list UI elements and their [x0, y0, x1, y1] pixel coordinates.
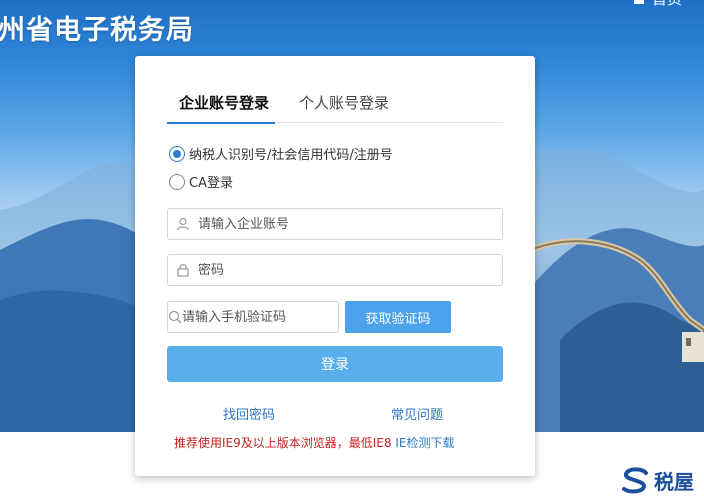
login-tabs: 企业账号登录 个人账号登录: [166, 86, 503, 124]
home-icon: [634, 0, 644, 4]
brand-text: 税屋: [654, 470, 694, 494]
site-title: 州省电子税务局: [0, 15, 194, 46]
browser-notice-text: 推荐使用IE9及以上版本浏览器，最低IE8: [174, 436, 392, 450]
password-field[interactable]: [167, 254, 503, 286]
ie-check-link[interactable]: IE检测下载: [395, 436, 454, 450]
home-link[interactable]: 首页: [634, 0, 682, 9]
faq-link[interactable]: 常见问题: [391, 404, 443, 423]
get-code-button[interactable]: 获取验证码: [345, 301, 451, 333]
search-icon: [168, 310, 182, 324]
radio-unchecked-icon[interactable]: [169, 173, 185, 190]
tab-personal-login[interactable]: 个人账号登录: [299, 92, 389, 113]
sms-code-field[interactable]: [167, 301, 352, 333]
sms-code-input[interactable]: [182, 309, 352, 325]
forgot-password-link[interactable]: 找回密码: [223, 404, 275, 423]
login-card: 企业账号登录 个人账号登录 纳税人识别号/社会信用代码/注册号 CA登录 获取验…: [135, 56, 535, 476]
account-field[interactable]: [167, 208, 503, 240]
browser-notice: 推荐使用IE9及以上版本浏览器，最低IE8 IE检测下载: [174, 434, 454, 451]
lock-icon: [168, 263, 198, 277]
account-input[interactable]: [198, 216, 502, 232]
radio-ca-login[interactable]: CA登录: [169, 172, 233, 191]
radio-taxpayer-id[interactable]: 纳税人识别号/社会信用代码/注册号: [169, 144, 393, 163]
brand-logo-icon: [622, 466, 648, 493]
password-input[interactable]: [198, 262, 502, 278]
user-icon: [168, 217, 198, 231]
radio-checked-icon[interactable]: [169, 145, 185, 162]
tab-enterprise-login[interactable]: 企业账号登录: [166, 92, 276, 124]
radio-taxpayer-id-label: 纳税人识别号/社会信用代码/注册号: [189, 148, 393, 163]
login-button[interactable]: 登录: [167, 346, 503, 382]
radio-ca-login-label: CA登录: [189, 176, 233, 191]
brand-watermark: 税屋: [620, 466, 694, 495]
home-label: 首页: [652, 0, 682, 9]
